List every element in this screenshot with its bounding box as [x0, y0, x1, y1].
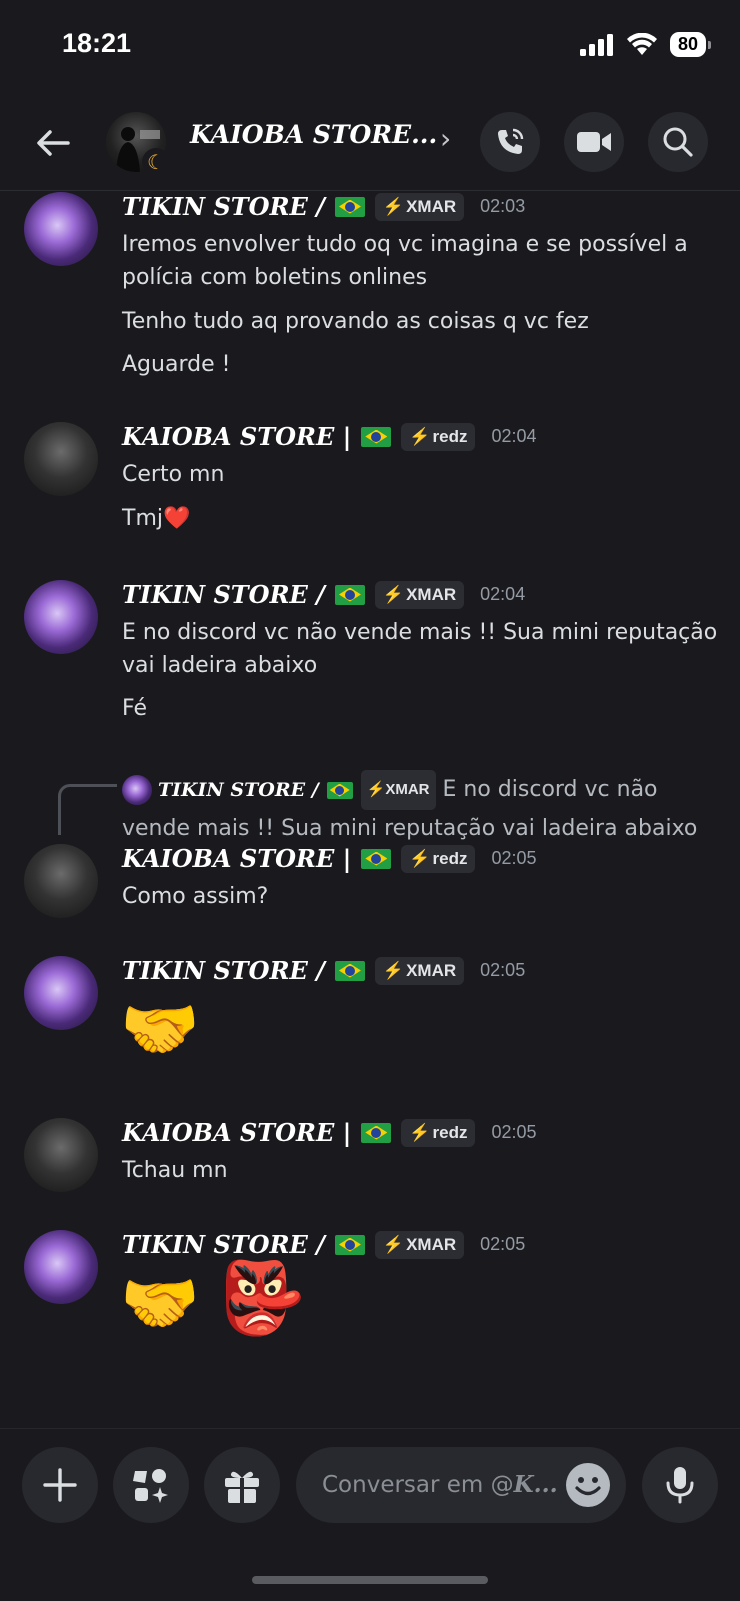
reply-connector: [58, 784, 117, 835]
author-name[interactable]: TIKIN STORE /: [122, 1230, 325, 1259]
message-text: E no discord vc não vende mais !! Sua mi…: [122, 620, 718, 645]
gift-icon: [225, 1471, 259, 1503]
status-bar: 18:21 80: [0, 0, 740, 92]
message-timestamp: 02:05: [491, 848, 537, 868]
author-avatar[interactable]: [24, 1230, 98, 1304]
author-avatar[interactable]: [24, 1118, 98, 1192]
server-tag[interactable]: ⚡ XMAR: [374, 956, 465, 985]
gift-button[interactable]: [204, 1447, 280, 1523]
voice-call-button[interactable]: [480, 112, 540, 172]
message-text: polícia com boletins onlines: [122, 265, 428, 290]
search-button[interactable]: [648, 112, 708, 172]
author-name[interactable]: KAIOBA STORE |: [122, 1118, 351, 1147]
apps-icon: [133, 1469, 168, 1503]
lightning-icon: ⚡: [409, 848, 431, 868]
video-camera-icon: [577, 132, 611, 152]
lightning-icon: ⚡: [382, 1234, 405, 1254]
reply-author: TIKIN STORE /: [158, 779, 319, 801]
smiley-icon: [575, 1477, 601, 1496]
message-text: Fé: [122, 696, 147, 721]
wifi-icon: [626, 32, 657, 55]
brazil-flag-icon: [361, 848, 392, 869]
brazil-flag-icon: [334, 1234, 365, 1255]
lightning-icon: ⚡: [382, 196, 405, 216]
message-timestamp: 02:03: [480, 196, 526, 216]
brazil-flag-icon: [334, 196, 365, 217]
search-icon: [663, 127, 693, 157]
message-text: Tchau mn: [122, 1158, 228, 1183]
brazil-flag-icon: [334, 584, 365, 605]
lightning-icon: ⚡: [409, 426, 431, 446]
author-avatar[interactable]: [24, 580, 98, 654]
message-text: Como assim?: [122, 884, 269, 909]
status-icons: 80: [579, 32, 712, 57]
lightning-icon: ⚡: [409, 1122, 431, 1142]
author-name[interactable]: KAIOBA STORE |: [122, 422, 351, 451]
chat-title[interactable]: KAIOBA STORE...: [190, 120, 437, 149]
message-text: Iremos envolver tudo oq vc imagina e se …: [122, 232, 688, 257]
handshake-emoji: 🤝: [120, 1267, 200, 1341]
battery-indicator: 80: [669, 32, 712, 57]
message-text: vai ladeira abaixo: [122, 653, 318, 678]
message-text: Certo mn: [122, 462, 225, 487]
apps-button[interactable]: [113, 1447, 189, 1523]
phone-icon: [498, 128, 524, 154]
status-time: 18:21: [62, 28, 132, 58]
moon-status-icon: ☾: [142, 148, 170, 176]
server-tag[interactable]: ⚡ XMAR: [374, 192, 465, 221]
brazil-flag-icon: [326, 781, 353, 799]
reply-text: E no discord vc não: [442, 777, 658, 802]
add-attachment-button[interactable]: [22, 1447, 98, 1523]
signal-icon: [579, 33, 613, 56]
message-text: Tmj❤️: [122, 506, 191, 531]
author-avatar[interactable]: [24, 844, 98, 918]
brazil-flag-icon: [361, 426, 392, 447]
server-tag[interactable]: ⚡ redz: [401, 844, 476, 873]
server-tag[interactable]: ⚡ redz: [401, 1118, 476, 1147]
reply-preview[interactable]: TIKIN STORE / ⚡XMAR E no discord vc não v…: [122, 770, 722, 848]
lightning-icon: ⚡: [382, 584, 405, 604]
author-name[interactable]: TIKIN STORE /: [122, 192, 325, 221]
video-call-button[interactable]: [564, 112, 624, 172]
goblin-emoji: 👺: [218, 1257, 306, 1339]
voice-message-button[interactable]: [642, 1447, 718, 1523]
message-text: Aguarde !: [122, 352, 231, 377]
message-input[interactable]: Conversar em @K...: [296, 1447, 626, 1523]
message-timestamp: 02:05: [480, 960, 526, 980]
server-tag[interactable]: ⚡ XMAR: [374, 580, 465, 609]
lightning-icon: ⚡: [382, 960, 405, 980]
message-text: Tenho tudo aq provando as coisas q vc fe…: [122, 309, 589, 334]
microphone-icon: [666, 1467, 694, 1504]
home-indicator[interactable]: [252, 1576, 488, 1584]
author-avatar[interactable]: [24, 192, 98, 266]
author-avatar[interactable]: [24, 422, 98, 496]
brazil-flag-icon: [361, 1122, 392, 1143]
chevron-right-icon[interactable]: ›: [440, 122, 451, 155]
author-avatar[interactable]: [24, 956, 98, 1030]
back-arrow-icon[interactable]: [30, 120, 76, 166]
chat-header: ☾ KAIOBA STORE... ›: [0, 98, 740, 191]
reply-tag: ⚡XMAR: [360, 770, 436, 810]
brazil-flag-icon: [334, 960, 365, 981]
handshake-emoji: 🤝: [120, 993, 200, 1067]
author-name[interactable]: TIKIN STORE /: [122, 956, 325, 985]
plus-icon: [43, 1468, 77, 1502]
message-timestamp: 02:05: [491, 1122, 537, 1142]
message-timestamp: 02:04: [491, 426, 537, 446]
author-name[interactable]: KAIOBA STORE |: [122, 844, 351, 873]
server-tag[interactable]: ⚡ XMAR: [374, 1230, 465, 1259]
server-tag[interactable]: ⚡ redz: [401, 422, 476, 451]
message-input-placeholder: Conversar em @K...: [322, 1471, 558, 1498]
reply-text: vende mais !! Sua mini reputação vai lad…: [122, 816, 698, 841]
message-timestamp: 02:05: [480, 1234, 526, 1254]
message-timestamp: 02:04: [480, 584, 526, 604]
emoji-picker-button[interactable]: [566, 1463, 610, 1507]
lightning-icon: ⚡: [366, 781, 386, 798]
reply-avatar: [122, 775, 152, 805]
author-name[interactable]: TIKIN STORE /: [122, 580, 325, 609]
